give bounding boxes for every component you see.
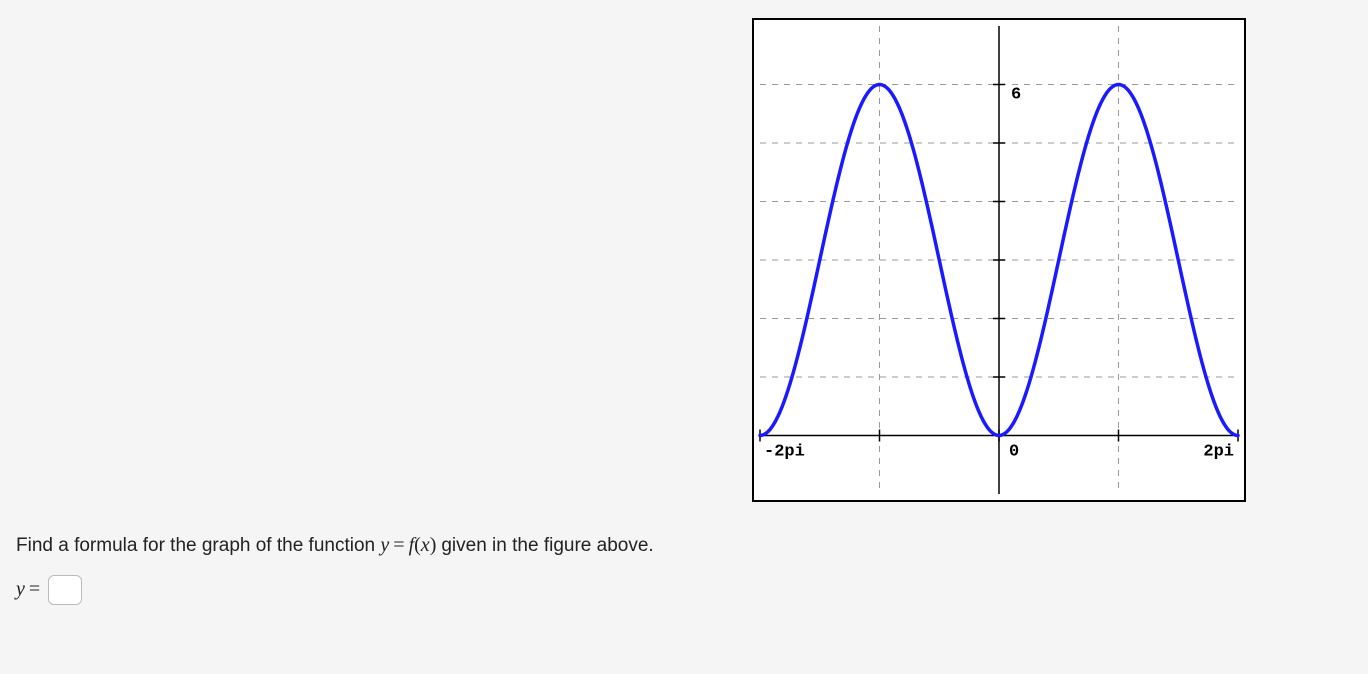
problem-container: 6 -2pi 0 2pi Find a formula for the graph o… [0, 0, 1368, 625]
prompt-prefix: Find a formula for the graph of the func… [16, 535, 380, 556]
svg-text:0: 0 [1009, 443, 1019, 462]
chart-box: 6 -2pi 0 2pi [752, 18, 1246, 502]
function-graph: 6 -2pi 0 2pi [754, 20, 1244, 500]
equation-y-equals-fx: y=f(x) [380, 534, 441, 556]
svg-text:-2pi: -2pi [764, 443, 805, 462]
answer-label: y= [16, 578, 44, 601]
answer-input[interactable] [48, 575, 82, 605]
answer-line: y= [16, 575, 1356, 605]
svg-text:6: 6 [1011, 86, 1021, 105]
svg-text:2pi: 2pi [1203, 443, 1234, 462]
prompt-suffix: given in the figure above. [441, 535, 653, 556]
question-text: Find a formula for the graph of the func… [16, 530, 1356, 561]
chart-wrapper: 6 -2pi 0 2pi [12, 18, 1356, 502]
